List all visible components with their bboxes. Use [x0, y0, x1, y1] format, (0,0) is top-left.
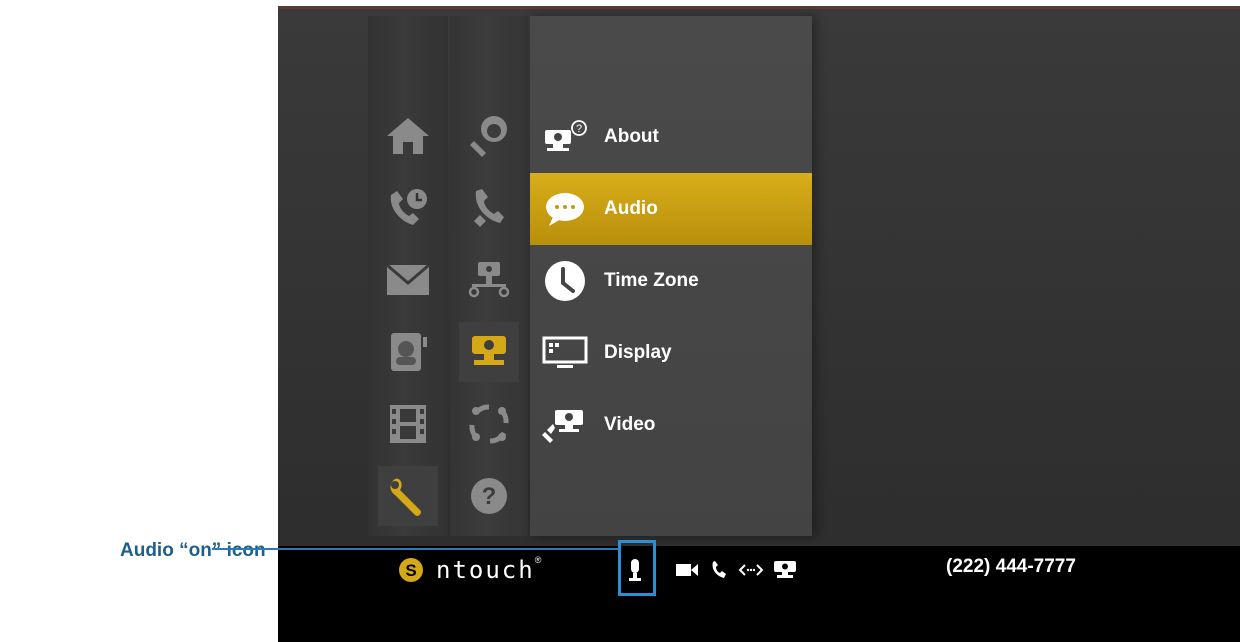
menu-item-time-zone[interactable]: Time Zone: [530, 245, 812, 317]
menu-item-display[interactable]: Display: [530, 317, 812, 389]
settings-icon[interactable]: [378, 466, 438, 526]
logo-text: ntouch: [436, 556, 535, 584]
call-settings-icon[interactable]: [459, 178, 519, 238]
settings-nav: ?: [450, 16, 528, 536]
phone-number: (222) 444-7777: [946, 556, 1076, 577]
logo-registered-mark: ®: [534, 555, 542, 565]
ntouch-logo: S ntouch ®: [398, 555, 542, 584]
videophone-icon: [772, 558, 798, 582]
callout-highlight-box: [618, 540, 656, 596]
video-camera-icon: [674, 558, 700, 582]
svg-text:?: ?: [482, 483, 497, 510]
menu-item-label: Display: [604, 342, 672, 363]
call-history-icon[interactable]: [378, 178, 438, 238]
svg-text:S: S: [405, 561, 416, 580]
personal-settings-icon[interactable]: [459, 106, 519, 166]
about-icon: ?: [540, 112, 590, 162]
network-settings-icon[interactable]: [459, 250, 519, 310]
network-arrows-icon: [738, 558, 764, 582]
videophone-screen: ? ? About Audio Time Zone Display Video …: [278, 6, 1240, 642]
help-icon[interactable]: ?: [459, 466, 519, 526]
sorenson-logo-icon: S: [399, 558, 423, 582]
status-bar: S ntouch ® (222) 444-7777: [278, 546, 1240, 642]
menu-item-label: Video: [604, 414, 656, 435]
menu-item-video[interactable]: Video: [530, 389, 812, 461]
menu-item-audio[interactable]: Audio: [530, 173, 812, 245]
clock-icon: [540, 256, 590, 306]
menu-item-label: Audio: [604, 198, 658, 219]
menu-item-label: About: [604, 126, 659, 147]
callout-line: [212, 548, 620, 550]
phone-icon: [706, 558, 732, 582]
main-nav: [368, 16, 448, 536]
display-icon: [540, 328, 590, 378]
menu-item-about[interactable]: ? About: [530, 101, 812, 173]
sync-settings-icon[interactable]: [459, 394, 519, 454]
videos-icon[interactable]: [378, 394, 438, 454]
audio-icon: [540, 184, 590, 234]
menu-item-label: Time Zone: [604, 270, 699, 291]
device-settings-icon[interactable]: [459, 322, 519, 382]
home-icon[interactable]: [378, 106, 438, 166]
device-submenu: ? About Audio Time Zone Display Video: [530, 16, 812, 536]
contacts-icon[interactable]: [378, 322, 438, 382]
svg-text:?: ?: [576, 123, 582, 135]
callout-label: Audio “on” icon: [120, 540, 266, 561]
video-settings-icon: [540, 400, 590, 450]
messages-icon[interactable]: [378, 250, 438, 310]
